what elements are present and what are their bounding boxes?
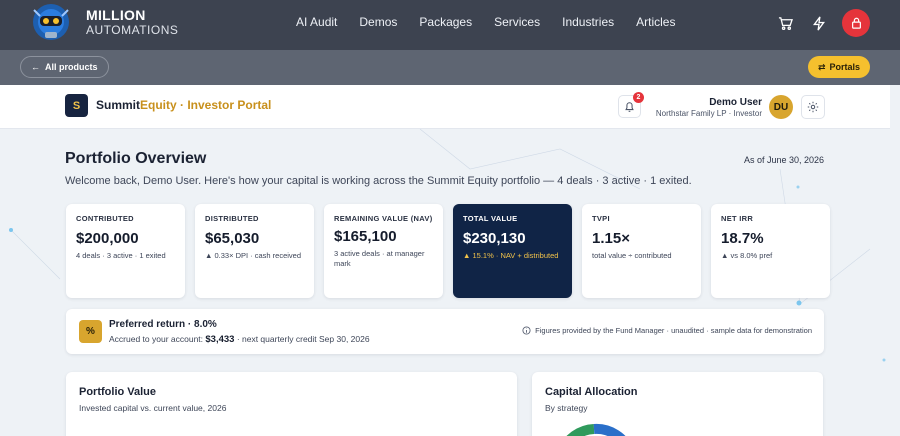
robot-logo-icon[interactable] (26, 0, 76, 46)
kpi-value: $200,000 (76, 229, 139, 247)
swap-arrows-icon: ⇄ (817, 61, 826, 72)
kpi-value: $65,030 (205, 229, 260, 247)
notification-count-badge: 2 (633, 92, 644, 103)
user-name: Demo User (709, 97, 762, 108)
accrued-line: Accrued to your account: $3,433 · next q… (109, 334, 370, 345)
kpi-value: $230,130 (463, 229, 526, 247)
kpi-card-contributed: CONTRIBUTED $200,000 4 deals · 3 active … (66, 204, 185, 298)
kpi-note: ▲ vs 8.0% pref (721, 250, 773, 260)
cart-icon[interactable] (774, 12, 796, 34)
kpi-row: CONTRIBUTED $200,000 4 deals · 3 active … (66, 204, 830, 298)
brand-line-1: MILLION (86, 7, 146, 23)
preferred-return-panel: % Preferred return · 8.0% Accrued to you… (66, 309, 824, 354)
all-products-button[interactable]: ← All products (20, 56, 109, 78)
app-header: S SummitEquity · Investor Portal 2 Demo … (0, 85, 890, 129)
nav-link-ai-audit[interactable]: AI Audit (296, 15, 337, 29)
brand-name[interactable]: MILLION AUTOMATIONS (86, 8, 178, 36)
kpi-card-tvpi: TVPI 1.15× total value ÷ contributed (582, 204, 701, 298)
kpi-label: DISTRIBUTED (205, 214, 259, 223)
all-products-label: All products (45, 62, 98, 72)
app-logo[interactable]: S (65, 94, 88, 117)
info-icon (522, 326, 531, 335)
portals-label: Portals (829, 62, 860, 72)
disclaimer-text: Figures provided by the Fund Manager · u… (535, 326, 812, 335)
app-title: SummitEquity · Investor Portal (96, 98, 271, 112)
disclaimer: Figures provided by the Fund Manager · u… (522, 326, 812, 335)
kpi-note: ▲ 0.33× DPI · cash received (205, 250, 302, 260)
welcome-subtitle: Welcome back, Demo User. Here's how your… (65, 175, 692, 187)
preferred-return-title: Preferred return · 8.0% (109, 319, 217, 330)
site-nav: MILLION AUTOMATIONS AI Audit Demos Packa… (0, 0, 900, 50)
nav-link-demos[interactable]: Demos (359, 15, 397, 29)
kpi-label: REMAINING VALUE (NAV) (334, 214, 433, 223)
kpi-note: 3 active deals · at manager mark (334, 248, 425, 269)
settings-button[interactable] (801, 95, 825, 119)
sub-bar: ← All products ⇄ Portals (0, 50, 900, 85)
avatar[interactable]: DU (769, 95, 793, 119)
kpi-note: total value ÷ contributed (592, 250, 672, 260)
accrued-label: Accrued to your account: (109, 334, 206, 344)
kpi-value: $165,100 (334, 227, 397, 245)
lightning-icon[interactable] (808, 12, 830, 34)
accrued-amount: $3,433 (205, 334, 235, 345)
as-of-date: As of June 30, 2026 (743, 155, 824, 165)
kpi-card-distributed: DISTRIBUTED $65,030 ▲ 0.33× DPI · cash r… (195, 204, 314, 298)
page-title: Portfolio Overview (65, 150, 207, 167)
kpi-value: 1.15× (592, 229, 630, 247)
lock-icon (851, 17, 861, 29)
nav-links: AI Audit Demos Packages Services Industr… (296, 15, 697, 29)
brand-line-2: AUTOMATIONS (86, 23, 179, 37)
app-title-main: Summit (96, 98, 141, 112)
kpi-card-net-irr: NET IRR 18.7% ▲ vs 8.0% pref (711, 204, 830, 298)
nav-link-packages[interactable]: Packages (419, 15, 472, 29)
capital-allocation-card: Capital Allocation By strategy (532, 372, 823, 436)
portfolio-value-card: Portfolio Value Invested capital vs. cur… (66, 372, 517, 436)
kpi-label: NET IRR (721, 214, 754, 223)
portals-button[interactable]: ⇄ Portals (807, 56, 870, 78)
nav-actions (774, 9, 870, 37)
kpi-value: 18.7% (721, 229, 764, 247)
kpi-note: 4 deals · 3 active · 1 exited (76, 250, 166, 260)
percent-icon: % (79, 320, 102, 343)
bell-icon (625, 101, 634, 112)
allocation-donut (566, 423, 626, 436)
card-title: Portfolio Value (79, 386, 157, 398)
kpi-note: ▲ 15.1% · NAV + distributed (463, 250, 559, 260)
kpi-label: TOTAL VALUE (463, 214, 518, 223)
kpi-label: CONTRIBUTED (76, 214, 134, 223)
card-subtitle: Invested capital vs. current value, 2026 (79, 403, 227, 413)
kpi-card-total-value: TOTAL VALUE $230,130 ▲ 15.1% · NAV + dis… (453, 204, 572, 298)
kpi-label: TVPI (592, 214, 610, 223)
nav-link-articles[interactable]: Articles (636, 15, 675, 29)
next-credit-text: · next quarterly credit Sep 30, 2026 (234, 334, 370, 344)
app-title-accent: Equity · Investor Portal (140, 98, 272, 112)
nav-link-services[interactable]: Services (494, 15, 540, 29)
nav-link-industries[interactable]: Industries (562, 15, 614, 29)
gear-icon (807, 101, 819, 113)
kpi-card-nav: REMAINING VALUE (NAV) $165,100 3 active … (324, 204, 443, 298)
lock-button[interactable] (842, 9, 870, 37)
user-account: Northstar Family LP · Investor (655, 109, 762, 118)
arrow-left-icon: ← (31, 62, 40, 72)
